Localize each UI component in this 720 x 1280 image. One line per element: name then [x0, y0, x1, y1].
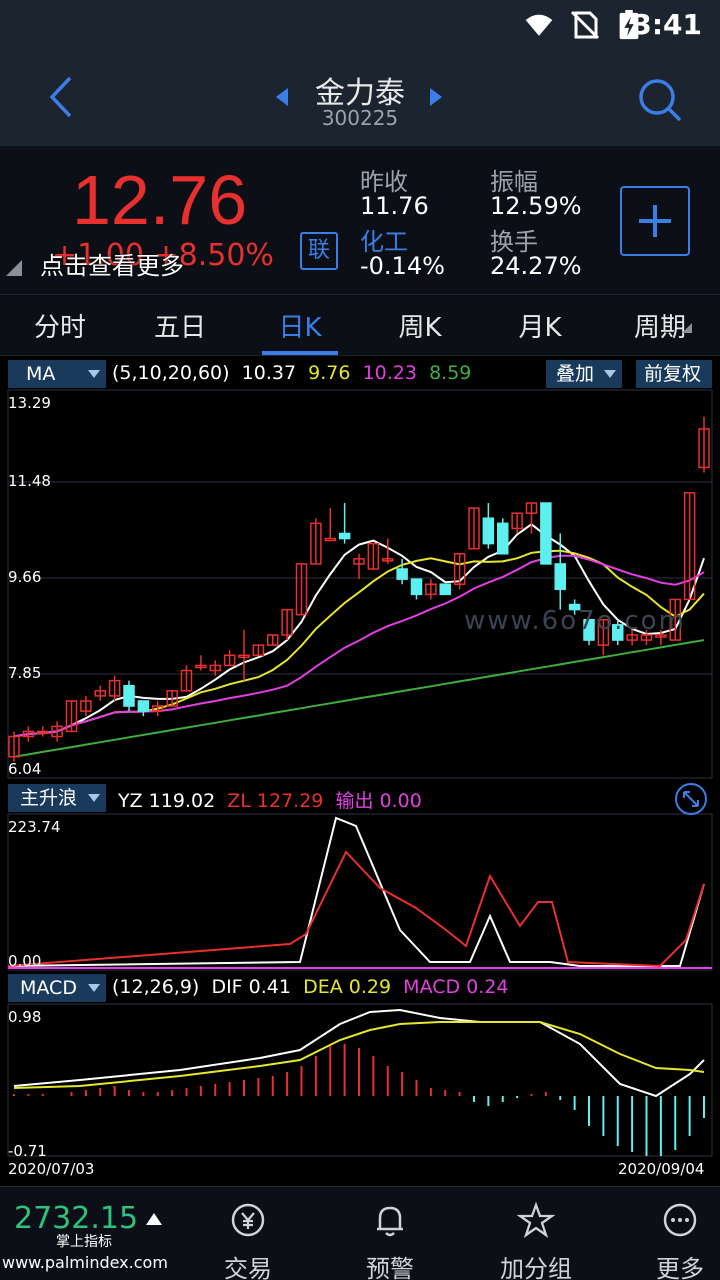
macd-selector[interactable]: MACD: [8, 974, 106, 1002]
price-axis-max: 13.29: [8, 394, 51, 412]
ma60-value: 8.59: [429, 362, 472, 384]
watermark-3: www.palmindex.com: [2, 1253, 168, 1272]
ma-selector[interactable]: MA: [8, 360, 106, 388]
bottom-tab-bar: 2732.15 掌上指标 www.palmindex.com 交易 预警 加分组…: [0, 1186, 720, 1280]
nav-trade[interactable]: 交易: [188, 1201, 308, 1280]
candle-body: [338, 532, 351, 540]
ma10-value: 9.76: [308, 362, 351, 384]
ind-axis-max: 223.74: [8, 818, 61, 836]
candle-body: [137, 700, 150, 712]
candle-body: [123, 684, 135, 707]
price-axis-2: 11.48: [8, 472, 51, 490]
kline-chart[interactable]: [0, 0, 720, 1186]
more-icon: [663, 1203, 697, 1237]
indicator-lines: [7, 816, 705, 968]
overlay-dropdown-icon: [604, 370, 616, 378]
nav-more[interactable]: 更多: [620, 1201, 720, 1280]
ma-legend: (5,10,20,60) 10.37 9.76 10.23 8.59: [112, 362, 471, 384]
watermark: www.6o7o.com: [464, 606, 686, 636]
date-end: 2020/09/04: [618, 1160, 705, 1178]
price-axis-3: 9.66: [8, 568, 42, 586]
macd-legend: (12,26,9) DIF 0.41 DEA 0.29 MACD 0.24: [112, 976, 509, 998]
chart-grid: [7, 389, 713, 1157]
price-axis-4: 7.85: [8, 664, 42, 682]
price-panel-frame: [7, 389, 713, 779]
indicator-legend: YZ 119.02 ZL 127.29 输出 0.00: [118, 790, 422, 812]
candle-body: [396, 568, 408, 580]
bell-icon: [377, 1206, 403, 1237]
ind-axis-min: 0.00: [8, 952, 42, 970]
date-start: 2020/07/03: [8, 1160, 95, 1178]
candle-body: [554, 563, 566, 591]
ma5-value: 10.37: [241, 362, 297, 384]
ma20-line: [13, 554, 705, 738]
candles: [8, 416, 710, 762]
candle-body: [497, 522, 509, 555]
nav-add-group[interactable]: 加分组: [476, 1201, 596, 1280]
zl-line: [7, 850, 705, 968]
macd-axis-max: 0.98: [8, 1008, 42, 1026]
macd-axis-min: -0.71: [8, 1142, 47, 1160]
star-icon: [517, 1201, 555, 1238]
price-axis-min: 6.04: [8, 760, 42, 778]
nav-alert[interactable]: 预警: [330, 1201, 450, 1280]
candle-body: [540, 502, 552, 565]
watermark-2: 掌上指标: [56, 1234, 112, 1250]
indicator-selector[interactable]: 主升浪: [8, 784, 106, 812]
overlay-selector[interactable]: 叠加: [546, 360, 622, 388]
ma20-value: 10.23: [362, 362, 417, 384]
macd-chart: [13, 1008, 705, 1156]
index-up-icon: [146, 1213, 162, 1225]
trade-icon: [231, 1203, 265, 1237]
candle-body: [324, 537, 336, 542]
candle-body: [482, 517, 495, 545]
candle-body: [439, 583, 451, 596]
ma-dropdown-icon: [88, 370, 100, 378]
candle-body: [410, 578, 423, 596]
macd-dropdown-icon: [88, 984, 100, 992]
expand-icon[interactable]: [674, 782, 708, 816]
adjust-button[interactable]: 前复权: [636, 360, 712, 388]
ma-params: (5,10,20,60): [112, 362, 230, 384]
yz-line: [7, 816, 705, 967]
indicator-dropdown-icon: [88, 794, 100, 802]
